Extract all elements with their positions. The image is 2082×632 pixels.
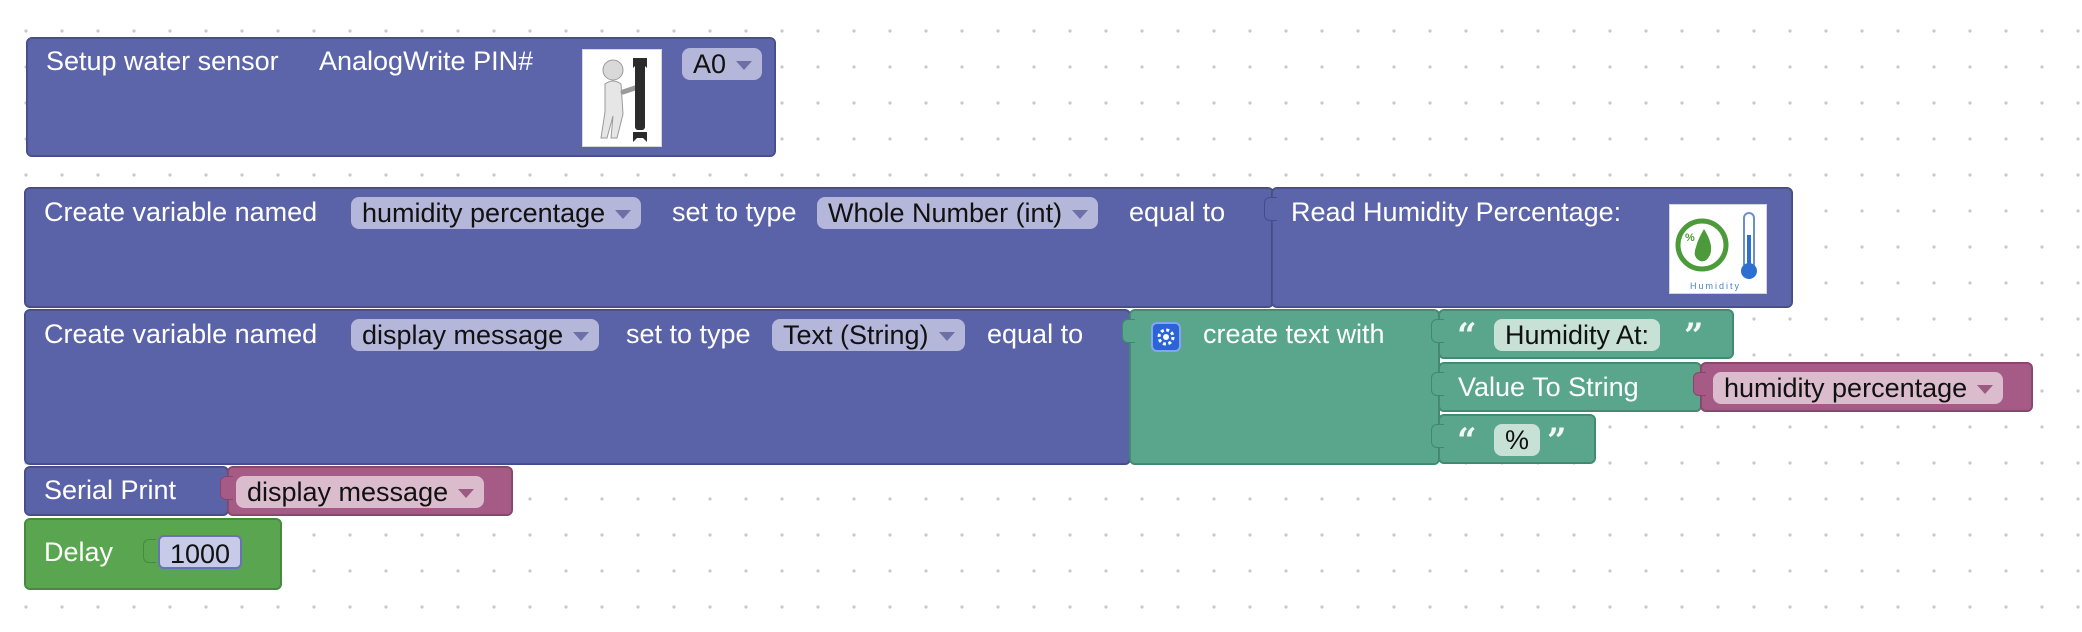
- chevron-down-icon: [938, 332, 955, 341]
- text-literal-block[interactable]: “ % ”: [1431, 414, 1596, 464]
- text-literal-value: %: [1505, 425, 1530, 455]
- variable-name-select[interactable]: display message: [351, 319, 600, 351]
- svg-text:%: %: [1685, 232, 1695, 244]
- set-to-type-label: set to type: [626, 319, 751, 349]
- chevron-down-icon: [573, 332, 590, 341]
- variable-type-value: Whole Number (int): [828, 198, 1063, 228]
- close-quote-icon: ”: [1684, 316, 1704, 356]
- chevron-down-icon: [1977, 385, 1994, 394]
- variable-getter-value: humidity percentage: [1724, 373, 1968, 403]
- text-literal-field[interactable]: Humidity At:: [1494, 319, 1661, 351]
- input-connector: [1122, 319, 1135, 343]
- input-connector: [1431, 372, 1444, 396]
- delay-value: 1000: [170, 539, 231, 569]
- create-text-with-block[interactable]: create text with: [1122, 309, 1440, 465]
- humidity-icon: % Humidity: [1669, 204, 1767, 294]
- open-quote-icon: “: [1457, 316, 1477, 356]
- text-literal-block[interactable]: “ Humidity At: ”: [1431, 309, 1734, 359]
- pin-select[interactable]: A0: [682, 48, 763, 80]
- input-connector: [1693, 372, 1706, 396]
- serial-print-label: Serial Print: [44, 475, 177, 505]
- read-humidity-percentage-block[interactable]: Read Humidity Percentage: % Humidity: [1264, 187, 1793, 308]
- input-connector: [1264, 197, 1277, 221]
- variable-getter-block[interactable]: display message: [220, 466, 513, 516]
- delay-block[interactable]: Delay 1000: [24, 518, 282, 590]
- delay-label: Delay: [44, 537, 114, 567]
- value-to-string-block[interactable]: Value To String: [1431, 362, 1702, 412]
- setup-water-sensor-label: Setup water sensor: [46, 46, 279, 76]
- text-literal-field[interactable]: %: [1494, 424, 1541, 456]
- chevron-down-icon: [458, 489, 475, 498]
- chevron-down-icon: [1072, 210, 1089, 219]
- variable-name-value: display message: [362, 320, 564, 350]
- close-quote-icon: ”: [1547, 421, 1567, 461]
- create-variable-label: Create variable named: [44, 319, 318, 349]
- delay-value-input[interactable]: 1000: [158, 535, 243, 569]
- variable-name-value: humidity percentage: [362, 198, 606, 228]
- variable-getter-select[interactable]: humidity percentage: [1713, 372, 2004, 404]
- variable-getter-block[interactable]: humidity percentage: [1693, 362, 2033, 412]
- variable-type-select[interactable]: Text (String): [772, 319, 965, 351]
- text-literal-value: Humidity At:: [1505, 320, 1650, 350]
- variable-type-select[interactable]: Whole Number (int): [817, 197, 1099, 229]
- create-variable-label: Create variable named: [44, 197, 318, 227]
- analogwrite-pin-label: AnalogWrite PIN#: [319, 46, 534, 76]
- variable-type-value: Text (String): [783, 320, 929, 350]
- variable-name-select[interactable]: humidity percentage: [351, 197, 642, 229]
- input-connector: [1431, 319, 1444, 343]
- humidity-icon-caption: Humidity: [1690, 281, 1741, 291]
- read-humidity-label: Read Humidity Percentage:: [1291, 197, 1622, 227]
- variable-getter-value: display message: [247, 477, 449, 507]
- input-connector: [1431, 424, 1444, 448]
- equal-to-label: equal to: [987, 319, 1084, 349]
- value-to-string-label: Value To String: [1458, 372, 1639, 402]
- open-quote-icon: “: [1457, 421, 1477, 461]
- input-connector: [143, 539, 156, 563]
- serial-print-block[interactable]: Serial Print: [24, 466, 229, 516]
- create-text-with-label: create text with: [1203, 319, 1385, 349]
- blockly-workspace[interactable]: Setup water sensor AnalogWrite PIN# A0 C…: [0, 0, 2082, 632]
- setup-water-sensor-block[interactable]: Setup water sensor AnalogWrite PIN# A0: [26, 37, 776, 157]
- set-to-type-label: set to type: [672, 197, 797, 227]
- create-variable-display-block[interactable]: Create variable named display message se…: [24, 309, 1131, 465]
- equal-to-label: equal to: [1129, 197, 1226, 227]
- input-connector: [220, 476, 233, 500]
- gear-icon[interactable]: [1151, 322, 1181, 352]
- tools-icon: [582, 49, 662, 147]
- chevron-down-icon: [615, 210, 632, 219]
- create-variable-humidity-block[interactable]: Create variable named humidity percentag…: [24, 187, 1274, 308]
- variable-getter-select[interactable]: display message: [236, 476, 485, 508]
- chevron-down-icon: [736, 61, 753, 70]
- pin-select-value: A0: [693, 49, 727, 79]
